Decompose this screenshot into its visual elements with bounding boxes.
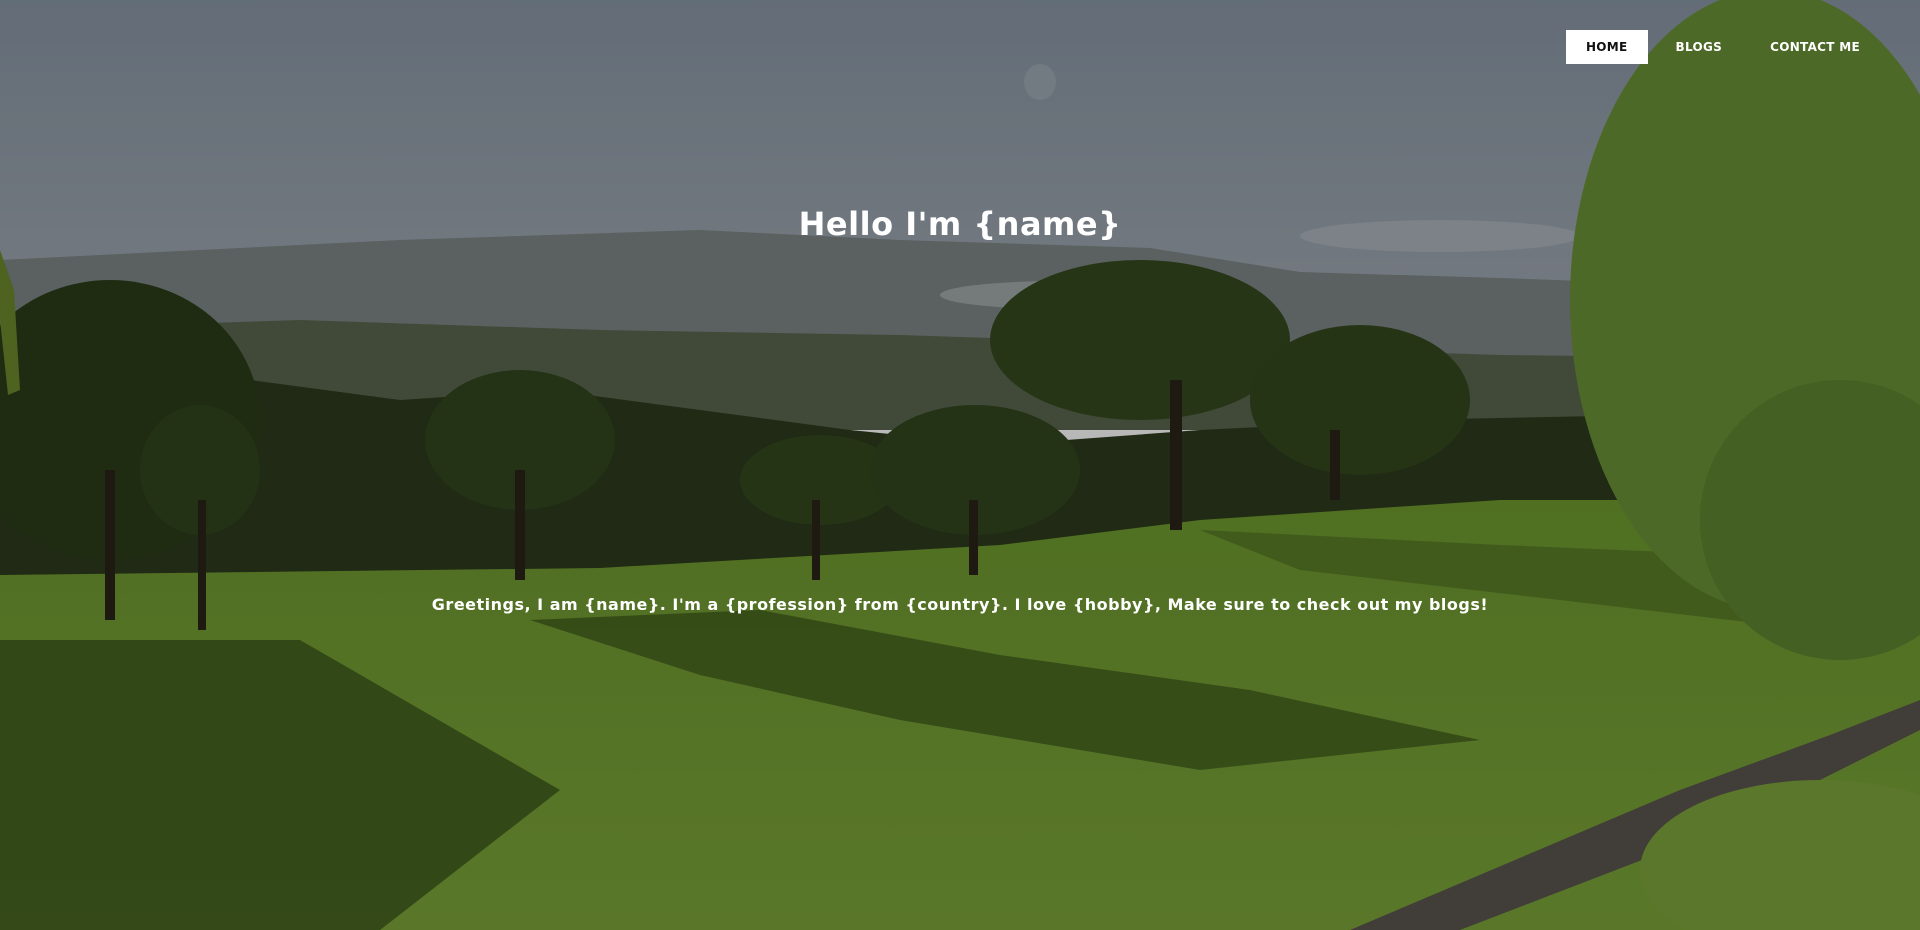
hero-subtitle: Greetings, I am {name}. I'm a {professio… [431, 595, 1489, 614]
hero-title: Hello I'm {name} [798, 205, 1122, 243]
nav-home-link[interactable]: HOME [1565, 30, 1648, 64]
hero-section: HOME BLOGS CONTACT ME Hello I'm {name} G… [0, 0, 1920, 930]
top-navigation: HOME BLOGS CONTACT ME [1565, 30, 1880, 64]
nav-contact-link[interactable]: CONTACT ME [1750, 30, 1880, 64]
nav-blogs-link[interactable]: BLOGS [1656, 30, 1743, 64]
hero-dark-overlay [0, 0, 1920, 930]
